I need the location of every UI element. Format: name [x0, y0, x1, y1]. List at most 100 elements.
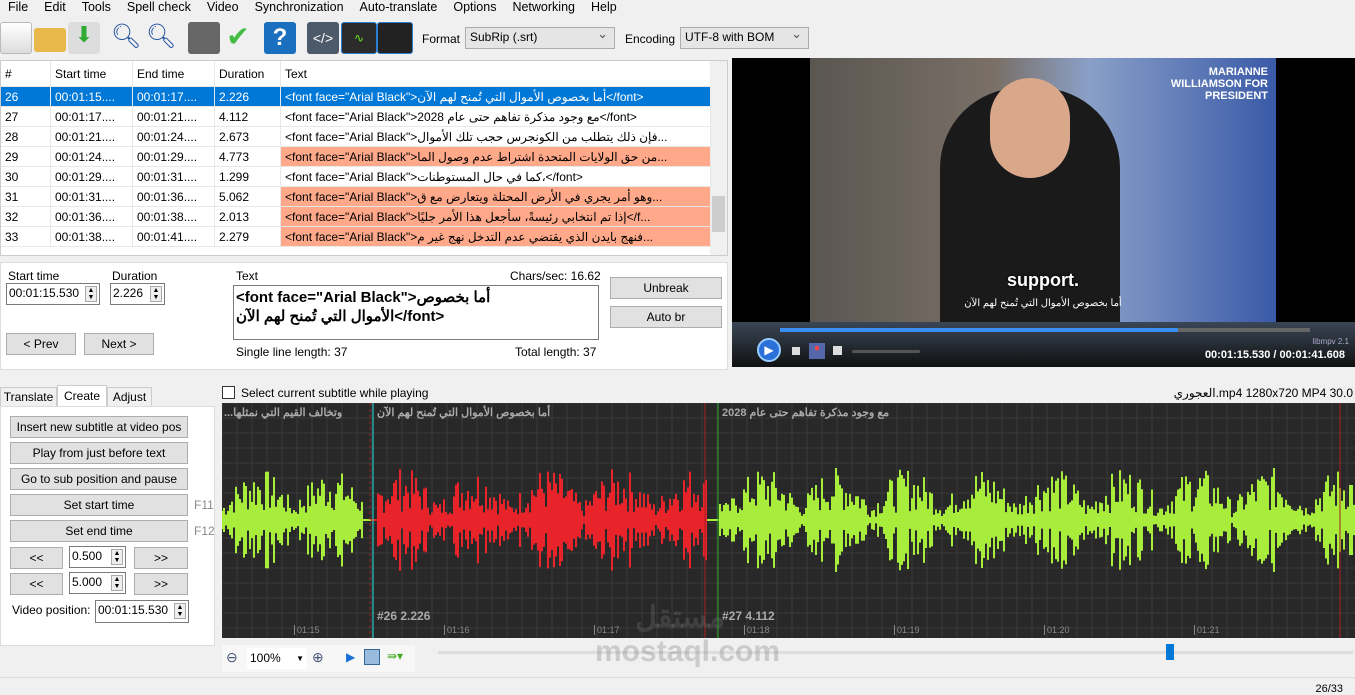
start-time-input[interactable]: 00:01:15.530 ▲ ▼ — [6, 283, 100, 305]
step-fwd-large-button[interactable]: >> — [134, 573, 188, 595]
media-file-info: العجوري.mp4 1280x720 MP4 30.0 — [1173, 386, 1353, 400]
step-small-input[interactable]: 0.500 ▲ ▼ — [69, 546, 126, 568]
menu-file[interactable]: File — [0, 0, 36, 16]
total-length: Total length: 37 — [515, 345, 597, 359]
step-back-large-button[interactable]: << — [10, 573, 63, 595]
subtitle-text-input[interactable]: <font face="Arial Black">أما بخصوص الأمو… — [233, 285, 599, 340]
step-small-spinner[interactable]: ▲ ▼ — [111, 549, 123, 565]
volume-slider[interactable] — [852, 350, 920, 353]
tab-adjust[interactable]: Adjust — [107, 387, 152, 407]
waveform-position-slider[interactable] — [438, 644, 1353, 660]
find-icon[interactable]: 🔍︎ — [110, 22, 142, 54]
cell-n: 30 — [1, 167, 51, 186]
source-view-icon[interactable]: </> — [307, 22, 339, 54]
duration-input[interactable]: 2.226 ▲ ▼ — [110, 283, 165, 305]
step-large-input[interactable]: 5.000 ▲ ▼ — [69, 572, 126, 594]
menu-synchronization[interactable]: Synchronization — [247, 0, 352, 16]
waveform-sub-26[interactable]: أما بخصوص الأموال التي تُمنح لهم الآن — [377, 406, 550, 419]
select-while-playing-checkbox[interactable] — [222, 386, 235, 399]
stop-button[interactable] — [792, 347, 800, 355]
column-header[interactable]: Text — [281, 61, 711, 86]
waveform-graph — [222, 403, 1355, 638]
menu-video[interactable]: Video — [199, 0, 247, 16]
new-file-icon[interactable] — [0, 22, 32, 54]
waveform-sub-27[interactable]: مع وجود مذكرة تفاهم حتى عام 2028 — [722, 406, 889, 419]
cell-text: <font face="Arial Black">إذا تم انتخابي … — [281, 207, 711, 226]
play-button[interactable]: ▶ — [757, 338, 781, 362]
menu-help[interactable]: Help — [583, 0, 625, 16]
replace-icon[interactable]: 🔍︎ — [145, 22, 177, 54]
table-row[interactable]: 31 00:01:31.... 00:01:36.... 5.062 <font fac… — [1, 187, 711, 207]
column-header[interactable]: Duration — [215, 61, 281, 86]
player-controls: ▶ ● libmpv 2.1 00:01:15.530 / 00:01:41.6… — [732, 322, 1355, 367]
menu-options[interactable]: Options — [445, 0, 504, 16]
set-start-button[interactable]: Set start time — [10, 494, 188, 516]
duration-spinner[interactable]: ▲ ▼ — [150, 286, 162, 302]
fullscreen-button[interactable] — [833, 346, 842, 355]
table-row[interactable]: 28 00:01:21.... 00:01:24.... 2.673 <font fac… — [1, 127, 711, 147]
grid-toggle-icon[interactable] — [364, 649, 380, 665]
table-row[interactable]: 29 00:01:24.... 00:01:29.... 4.773 <font fac… — [1, 147, 711, 167]
menu-spell-check[interactable]: Spell check — [119, 0, 199, 16]
video-position-spinner[interactable]: ▲ ▼ — [174, 603, 186, 619]
tab-create[interactable]: Create — [57, 385, 107, 407]
play-selection-icon[interactable]: ▶ — [346, 650, 355, 664]
step-fwd-small-button[interactable]: >> — [134, 547, 188, 569]
menu-tools[interactable]: Tools — [74, 0, 119, 16]
video-player[interactable]: MARIANNE WILLIAMSON FOR PRESIDENT suppor… — [732, 58, 1355, 367]
prev-button[interactable]: < Prev — [6, 333, 76, 355]
waveform-green — [707, 468, 1355, 572]
encoding-select[interactable]: UTF-8 with BOM — [680, 26, 809, 49]
step-small-value: 0.500 — [72, 549, 103, 563]
visual-sync-icon[interactable] — [188, 22, 220, 54]
unbreak-button[interactable]: Unbreak — [610, 277, 722, 299]
seek-bar[interactable] — [780, 328, 1310, 332]
save-download-icon[interactable]: ⬇ — [68, 22, 100, 54]
set-end-button[interactable]: Set end time — [10, 520, 188, 542]
table-row[interactable]: 27 00:01:17.... 00:01:21.... 4.112 <font fac… — [1, 107, 711, 127]
zoom-in-icon[interactable]: ⊕ — [312, 649, 324, 666]
table-row[interactable]: 32 00:01:36.... 00:01:38.... 2.013 <font fac… — [1, 207, 711, 227]
mute-button[interactable]: ● — [809, 343, 825, 359]
table-row[interactable]: 33 00:01:38.... 00:01:41.... 2.279 <font fac… — [1, 227, 711, 247]
zoom-select[interactable]: 100% ▼ — [247, 648, 307, 669]
column-header[interactable]: Start time — [51, 61, 133, 86]
cell-end: 00:01:24.... — [133, 127, 215, 146]
auto-br-button[interactable]: Auto br — [610, 306, 722, 328]
table-row[interactable]: 26 00:01:15.... 00:01:17.... 2.226 <font fac… — [1, 87, 711, 107]
column-header[interactable]: End time — [133, 61, 215, 86]
play-before-button[interactable]: Play from just before text — [10, 442, 188, 464]
waveform-toggle-icon[interactable]: ∿ — [341, 22, 377, 54]
next-button[interactable]: Next > — [84, 333, 154, 355]
menu-edit[interactable]: Edit — [36, 0, 74, 16]
spell-check-icon[interactable]: ✔ — [222, 22, 254, 54]
table-row[interactable]: 30 00:01:29.... 00:01:31.... 1.299 <font fac… — [1, 167, 711, 187]
step-back-small-button[interactable]: << — [10, 547, 63, 569]
cell-start: 00:01:24.... — [51, 147, 133, 166]
tab-translate[interactable]: Translate — [0, 387, 57, 407]
help-icon[interactable]: ? — [264, 22, 296, 54]
waveform-panel[interactable]: ...وتخالف القيم التي نمثلها أما بخصوص ال… — [222, 403, 1355, 638]
menu-auto-translate[interactable]: Auto-translate — [352, 0, 446, 16]
cell-text: <font face="Arial Black">أما بخصوص الأمو… — [281, 87, 711, 106]
step-large-spinner[interactable]: ▲ ▼ — [111, 575, 123, 591]
column-header[interactable]: # — [1, 61, 51, 86]
goto-sub-button[interactable]: Go to sub position and pause — [10, 468, 188, 490]
scrollbar-thumb[interactable] — [712, 196, 725, 232]
cell-start: 00:01:15.... — [51, 87, 133, 106]
grid-scrollbar[interactable] — [710, 61, 727, 255]
cell-dur: 4.773 — [215, 147, 281, 166]
cell-text: <font face="Arial Black">كما في حال المس… — [281, 167, 711, 186]
video-toggle-icon[interactable] — [377, 22, 413, 54]
start-time-spinner[interactable]: ▲ ▼ — [85, 286, 97, 302]
next-sub-icon[interactable]: ⇛▾ — [387, 649, 403, 663]
open-folder-icon[interactable] — [34, 28, 66, 52]
format-select[interactable]: SubRip (.srt) — [465, 26, 615, 49]
insert-subtitle-button[interactable]: Insert new subtitle at video pos — [10, 416, 188, 438]
slider-thumb[interactable] — [1166, 644, 1174, 660]
zoom-out-icon[interactable]: ⊖ — [226, 649, 238, 666]
campaign-logo: MARIANNE WILLIAMSON FOR PRESIDENT — [1170, 66, 1268, 102]
text-line-2: الأموال التي تُمنح لهم الآن</font> — [236, 308, 445, 325]
menu-networking[interactable]: Networking — [504, 0, 583, 16]
video-position-input[interactable]: 00:01:15.530 ▲ ▼ — [95, 600, 189, 623]
